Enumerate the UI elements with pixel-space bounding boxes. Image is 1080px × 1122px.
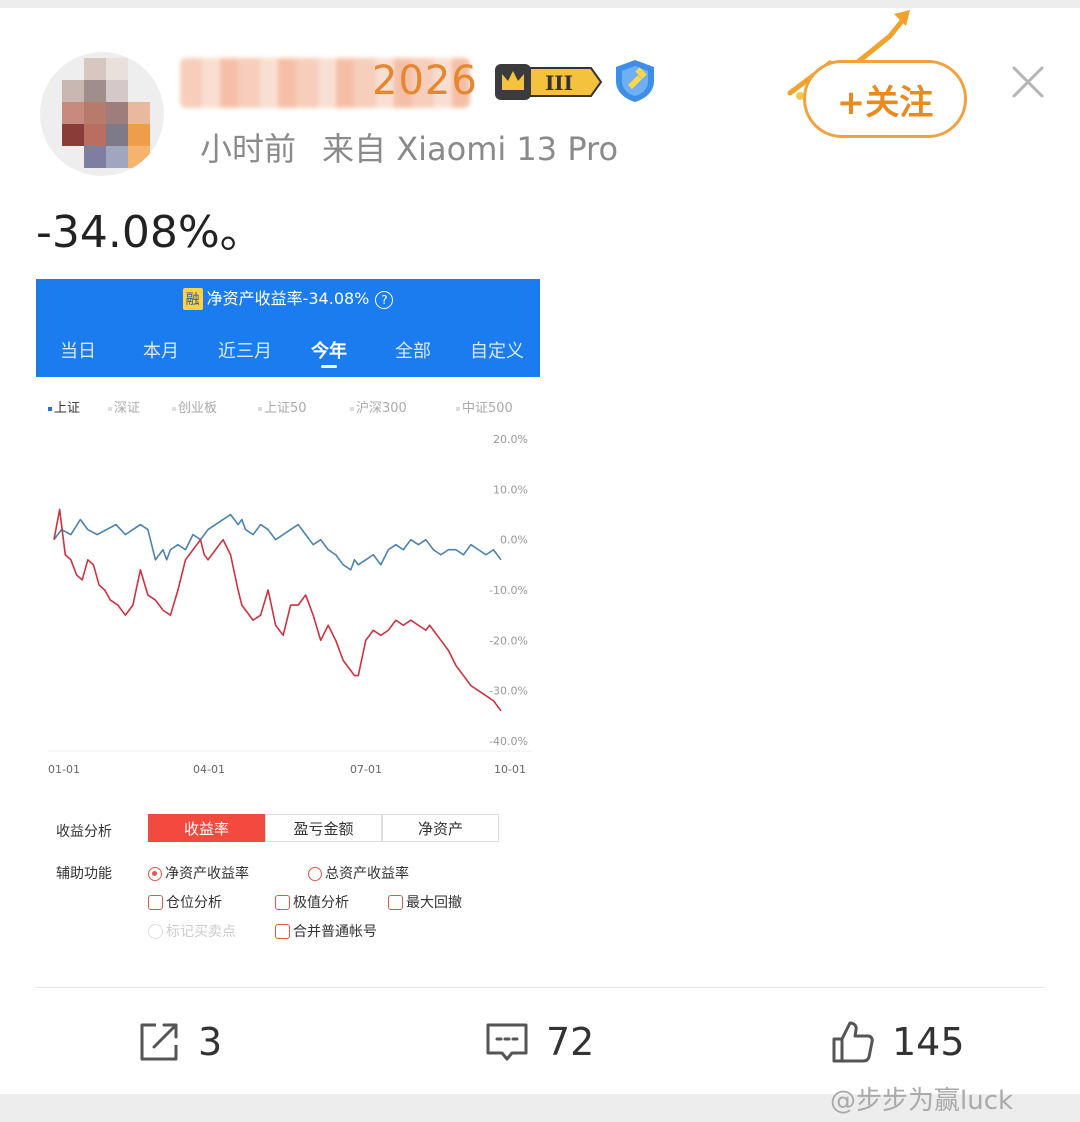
check-position-analysis: 仓位分析: [148, 892, 222, 912]
check-max-drawdown: 最大回撤: [388, 892, 462, 912]
follow-button[interactable]: +关注: [803, 60, 967, 138]
repost-count: 3: [198, 1020, 223, 1064]
post-meta: 小时前 来自 Xiaomi 13 Pro: [180, 124, 618, 170]
weibo-watermark: @步步为赢luck: [830, 1086, 1014, 1116]
comment-button[interactable]: 72: [484, 1014, 594, 1070]
avatar[interactable]: [40, 52, 164, 176]
x-tick-label: 07-01: [350, 763, 382, 776]
radio-net-return: 净资产收益率: [148, 863, 249, 883]
rank-badge-icon: III: [495, 64, 603, 100]
active-tab-indicator: [321, 365, 337, 368]
analysis-label: 收益分析: [56, 824, 112, 840]
tab-custom: 自定义: [470, 341, 524, 362]
like-button[interactable]: 145: [830, 1014, 965, 1070]
check-merge-account: 合并普通帐号: [275, 921, 377, 941]
repost-button[interactable]: 3: [136, 1014, 222, 1070]
tab-this-year: 今年: [311, 341, 347, 362]
comment-icon: [486, 1023, 528, 1061]
y-tick-label: 10.0%: [493, 483, 528, 496]
tab-month: 本月: [143, 341, 179, 362]
radio-total-return: 总资产收益率: [308, 863, 409, 883]
image-header: 融净资产收益率-34.08%? 当日 本月 近三月 今年 全部 自定义: [36, 279, 540, 377]
return-chart: 20.0% 10.0% 0.0% -10.0% -20.0% -30.0% -40.0% 01…: [48, 433, 532, 776]
y-tick-label: 0.0%: [500, 534, 528, 547]
x-tick-label: 01-01: [48, 763, 80, 776]
help-icon: ?: [375, 291, 394, 309]
account-return-line: [53, 508, 502, 712]
check-extreme-analysis: 极值分析: [275, 892, 349, 912]
post-time: 小时前: [200, 130, 297, 168]
top-divider-bar: [0, 0, 1080, 8]
index-series-line: [53, 513, 502, 571]
tab-three-months: 近三月: [218, 341, 272, 362]
index-csi300: 沪深300: [350, 397, 407, 416]
username-suffix[interactable]: 2026: [372, 58, 478, 104]
action-divider: [36, 987, 1044, 988]
index-shanghai: 上证: [48, 397, 80, 416]
segment-net-assets: 净资产: [382, 814, 499, 842]
y-tick-label: 20.0%: [493, 433, 528, 446]
rong-badge: 融: [182, 288, 203, 310]
x-tick-label: 04-01: [193, 763, 225, 776]
aux-label: 辅助功能: [56, 866, 112, 882]
image-title-text: 净资产收益率-34.08%: [206, 289, 370, 308]
thumbs-up-icon: [832, 1021, 874, 1063]
repost-icon: [140, 1023, 178, 1061]
index-chinext: 创业板: [172, 397, 217, 416]
image-title: 融净资产收益率-34.08%?: [36, 285, 540, 310]
svg-text:III: III: [545, 71, 573, 95]
segment-profit-amount: 盈亏金额: [265, 814, 382, 842]
y-tick-label: -10.0%: [489, 584, 528, 597]
comment-count: 72: [546, 1020, 595, 1064]
check-mark-trades: 标记买卖点: [148, 921, 236, 941]
y-tick-label: -30.0%: [489, 685, 528, 698]
verified-shield-icon: [616, 60, 654, 102]
post-source: 来自 Xiaomi 13 Pro: [322, 130, 619, 168]
segment-return-rate: 收益率: [148, 814, 265, 842]
post-text: -34.08%。: [36, 207, 264, 258]
y-tick-label: -20.0%: [489, 634, 528, 647]
close-icon[interactable]: [1008, 62, 1048, 102]
index-sse50: 上证50: [258, 397, 307, 416]
tab-all: 全部: [395, 341, 431, 362]
x-tick-label: 10-01: [494, 763, 526, 776]
y-tick-label: -40.0%: [489, 735, 528, 748]
index-csi500: 中证500: [456, 397, 513, 416]
index-shenzhen: 深证: [108, 397, 140, 416]
post-image[interactable]: 融净资产收益率-34.08%? 当日 本月 近三月 今年 全部 自定义 上证 深…: [36, 279, 540, 951]
tab-today: 当日: [60, 341, 96, 362]
like-count: 145: [892, 1020, 965, 1064]
